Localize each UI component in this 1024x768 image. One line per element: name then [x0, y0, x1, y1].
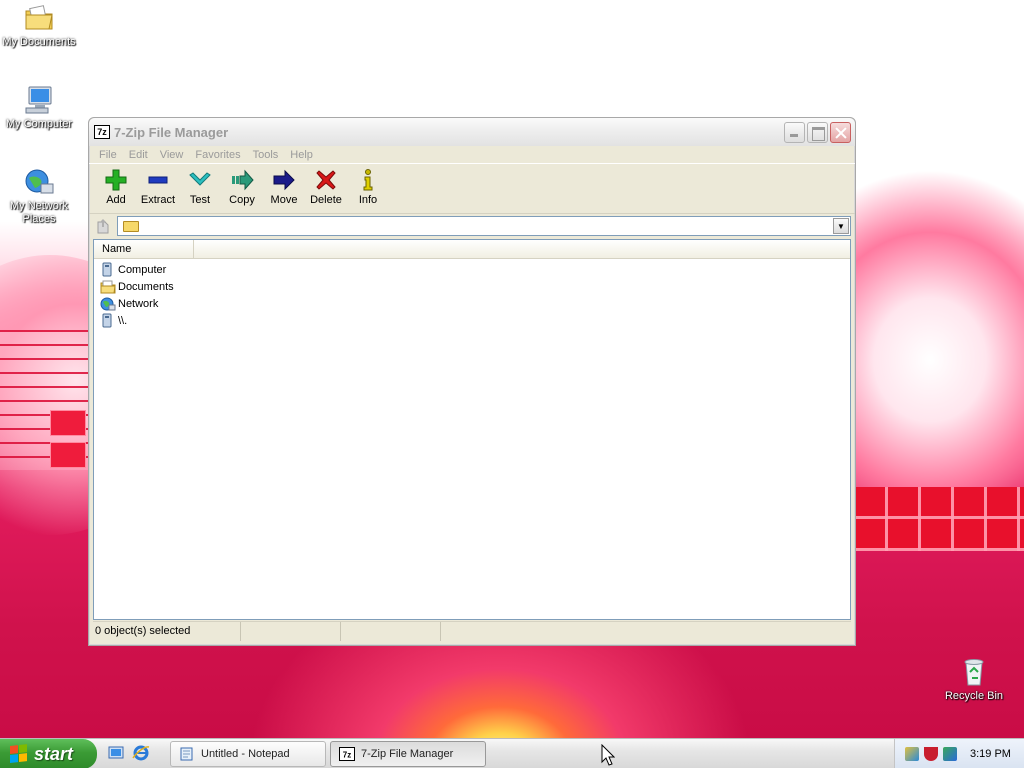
address-dropdown-button[interactable]: ▼ — [833, 218, 849, 234]
test-label: Test — [189, 194, 211, 206]
add-button[interactable]: Add — [95, 166, 137, 206]
network-tray-icon[interactable] — [943, 747, 957, 761]
menu-bar: File Edit View Favorites Tools Help — [89, 146, 855, 164]
computer-icon — [100, 262, 116, 278]
status-selected: 0 object(s) selected — [93, 622, 241, 641]
list-item-network[interactable]: Network — [94, 295, 850, 312]
close-button[interactable] — [830, 122, 851, 143]
menu-tools[interactable]: Tools — [247, 149, 285, 161]
computer-icon — [23, 84, 55, 116]
move-button[interactable]: Move — [263, 166, 305, 206]
address-input[interactable]: ▼ — [117, 216, 851, 236]
check-icon — [188, 168, 212, 192]
file-list[interactable]: Name Computer Documents Network \\. — [93, 239, 851, 620]
status-pane-2 — [241, 622, 341, 641]
status-bar: 0 object(s) selected — [93, 621, 851, 641]
wallpaper-grid — [855, 487, 1024, 551]
system-tray: 3:19 PM — [894, 739, 1024, 768]
security-shield-icon[interactable] — [924, 747, 938, 761]
folder-icon — [123, 220, 139, 232]
info-label: Info — [358, 194, 378, 206]
desktop-icon-my-network-places[interactable]: My Network Places — [0, 166, 81, 226]
list-item-label: Network — [118, 297, 159, 310]
notepad-icon — [179, 747, 195, 761]
delete-label: Delete — [310, 194, 342, 206]
svg-text:7z: 7z — [343, 751, 351, 760]
window-title: 7-Zip File Manager — [114, 124, 229, 140]
move-label: Move — [270, 194, 298, 206]
add-label: Add — [106, 194, 126, 206]
delete-button[interactable]: Delete — [305, 166, 347, 206]
menu-edit[interactable]: Edit — [123, 149, 154, 161]
desktop-icon-label: Recycle Bin — [944, 690, 1004, 702]
up-folder-button[interactable] — [93, 216, 117, 236]
extract-button[interactable]: Extract — [137, 166, 179, 206]
copy-button[interactable]: Copy — [221, 166, 263, 206]
copy-arrow-icon — [230, 168, 254, 192]
network-icon — [100, 296, 116, 312]
toolbar: Add Extract Test Copy Move Delete Info — [89, 164, 855, 214]
menu-file[interactable]: File — [93, 149, 123, 161]
menu-favorites[interactable]: Favorites — [189, 149, 246, 161]
list-item-label: Documents — [118, 280, 174, 293]
taskbar-button-notepad[interactable]: Untitled - Notepad — [170, 741, 326, 767]
network-icon — [23, 166, 55, 198]
column-header-name[interactable]: Name — [94, 240, 194, 258]
desktop-icon-my-computer[interactable]: My Computer — [0, 84, 81, 131]
list-header: Name — [94, 240, 850, 259]
minus-icon — [146, 168, 170, 192]
taskbar: start Untitled - Notepad 7z 7-Zip File M… — [0, 738, 1024, 768]
recycle-bin-icon — [958, 656, 990, 688]
status-pane-4 — [441, 622, 851, 641]
show-desktop-icon[interactable] — [107, 744, 125, 762]
folder-icon — [23, 2, 55, 34]
extract-label: Extract — [140, 194, 176, 206]
copy-label: Copy — [229, 194, 255, 206]
list-item-computer[interactable]: Computer — [94, 261, 850, 278]
up-arrow-icon — [97, 219, 109, 234]
info-icon — [356, 168, 380, 192]
desktop-icon-label: My Computer — [5, 118, 73, 130]
7zip-icon: 7z — [339, 747, 355, 761]
plus-icon — [104, 168, 128, 192]
desktop-icon-label: My Network Places — [9, 200, 69, 225]
test-button[interactable]: Test — [179, 166, 221, 206]
list-item-label: \\. — [118, 314, 128, 327]
info-button[interactable]: Info — [347, 166, 389, 206]
address-bar: ▼ — [89, 215, 855, 237]
menu-help[interactable]: Help — [284, 149, 319, 161]
menu-view[interactable]: View — [154, 149, 190, 161]
wallpaper-block — [50, 410, 86, 436]
desktop-icon-label: My Documents — [2, 36, 76, 48]
title-bar[interactable]: 7z 7-Zip File Manager — [89, 118, 855, 146]
wallpaper-block — [50, 442, 86, 468]
move-arrow-icon — [272, 168, 296, 192]
status-pane-3 — [341, 622, 441, 641]
drive-icon — [100, 313, 116, 329]
list-item-device-path[interactable]: \\. — [94, 312, 850, 329]
tray-icon-1[interactable] — [905, 747, 919, 761]
taskbar-button-7zip[interactable]: 7z 7-Zip File Manager — [330, 741, 486, 767]
start-button[interactable]: start — [0, 739, 97, 768]
minimize-button[interactable] — [784, 122, 805, 143]
list-item-documents[interactable]: Documents — [94, 278, 850, 295]
list-item-label: Computer — [118, 263, 167, 276]
x-icon — [314, 168, 338, 192]
taskbar-button-label: Untitled - Notepad — [201, 748, 290, 760]
7zip-app-icon: 7z — [94, 125, 110, 139]
desktop-icon-recycle-bin[interactable]: Recycle Bin — [932, 656, 1016, 703]
internet-explorer-icon[interactable] — [132, 744, 150, 762]
7zip-window: 7z 7-Zip File Manager File Edit View Fav… — [88, 117, 856, 646]
taskbar-button-label: 7-Zip File Manager — [361, 748, 454, 760]
windows-flag-icon — [10, 744, 28, 764]
desktop-icon-my-documents[interactable]: My Documents — [0, 2, 81, 49]
clock[interactable]: 3:19 PM — [970, 748, 1011, 760]
folder-icon — [100, 279, 116, 295]
start-label: start — [34, 743, 74, 764]
maximize-button[interactable] — [807, 122, 828, 143]
